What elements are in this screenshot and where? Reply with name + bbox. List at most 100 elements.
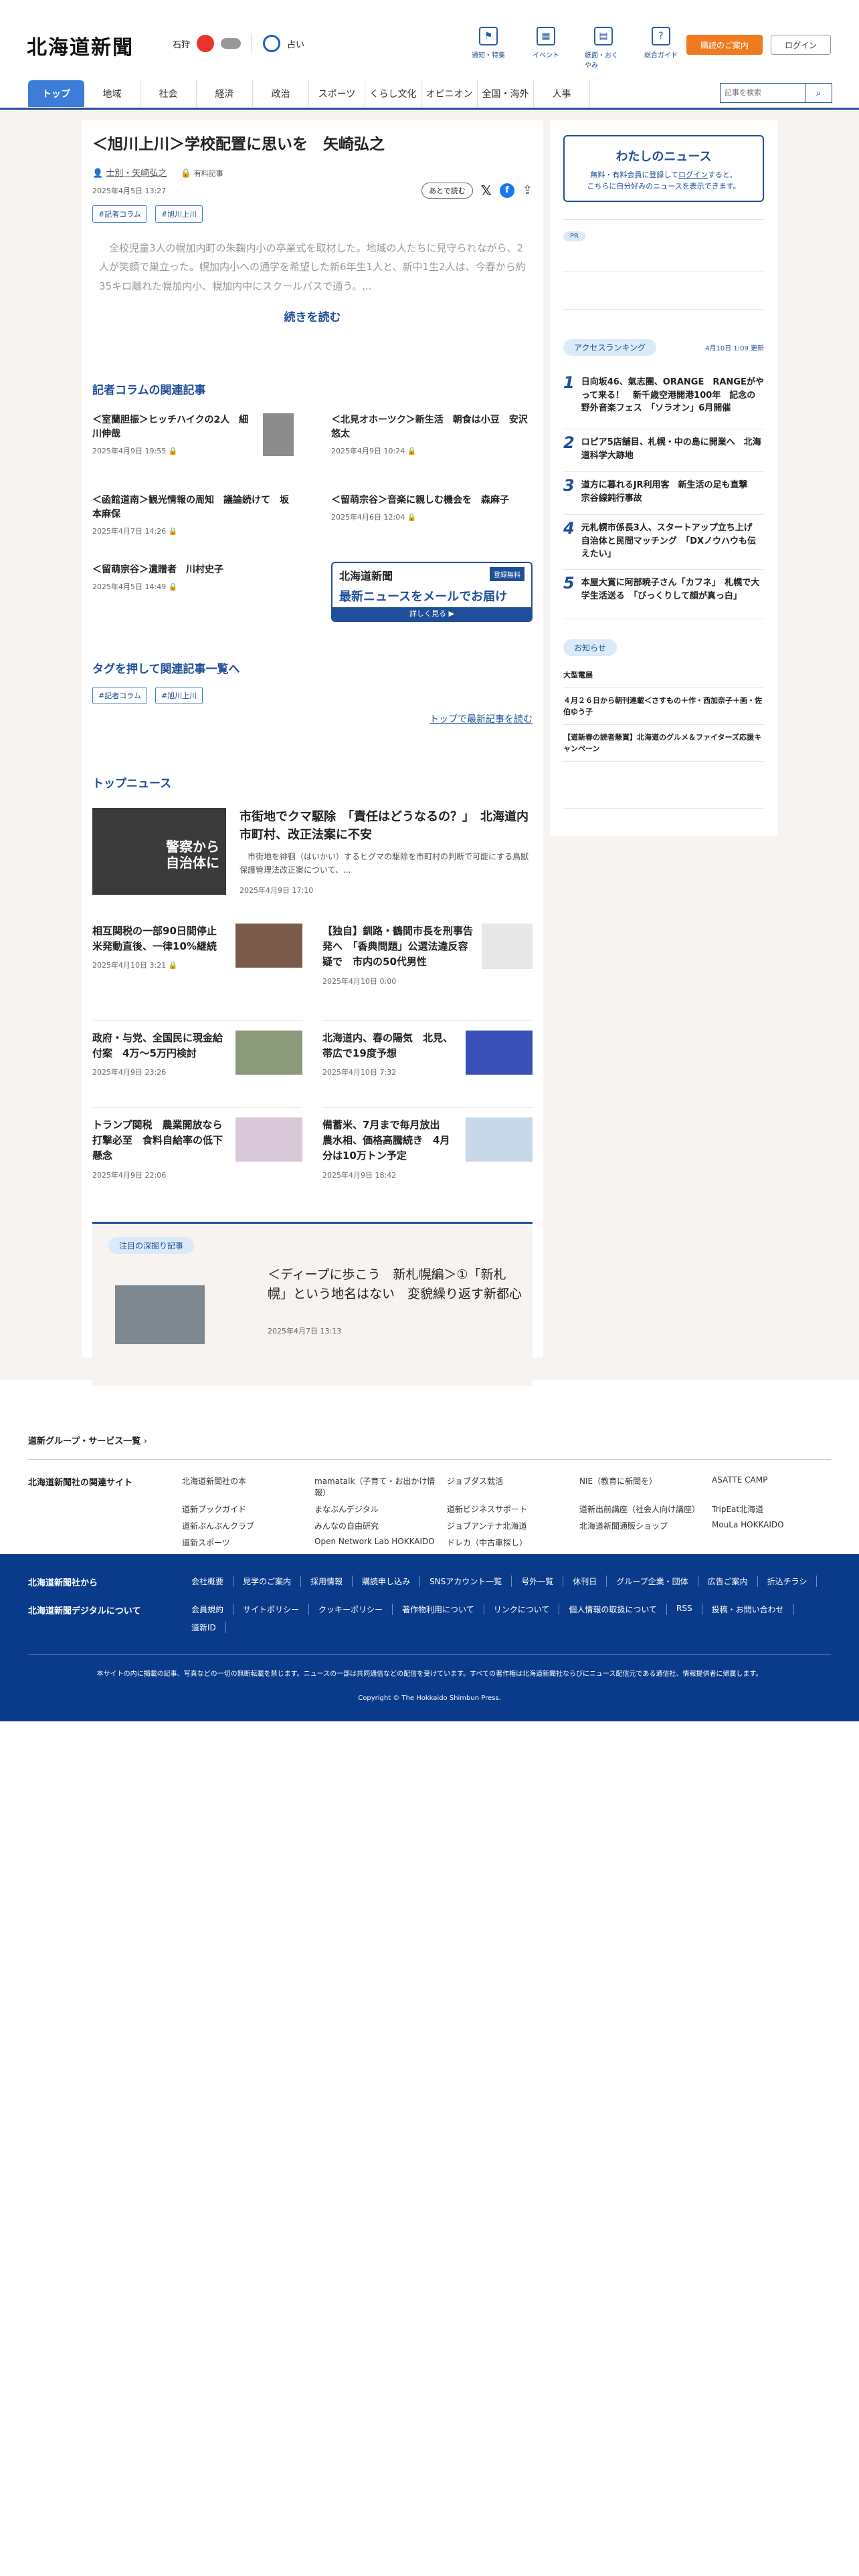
footer-link[interactable]: 広告ご案内	[698, 1576, 758, 1587]
footer-link[interactable]: 個人情報の取扱について	[559, 1604, 668, 1615]
nav-notice[interactable]: ⚑ 通知・特集	[470, 27, 507, 70]
news-item[interactable]: トランプ関税 農業開放なら打撃必至 食料自給率の低下懸念 2025年4月9日 22…	[92, 1108, 302, 1195]
site-link[interactable]: Open Network Lab HOKKAIDO	[314, 1537, 440, 1548]
tab-personnel[interactable]: 人事	[534, 80, 590, 107]
site-link[interactable]: みんなの自由研究	[314, 1520, 440, 1531]
notice-item[interactable]: 大型電展	[563, 663, 764, 689]
mynews-login-link[interactable]: ログイン	[678, 171, 708, 179]
newsletter-banner[interactable]: 北海道新聞 登録無料 最新ニュースをメールでお届け 詳しく見る ▶	[331, 562, 533, 623]
ranking-item[interactable]: 3 道方に暮れるJR利用客 新生活の足も直撃 宗谷線鈍行事故	[563, 472, 764, 515]
ranking-item[interactable]: 2 ロピア5店舗目、札幌・中の島に開業へ 北海道科学大跡地	[563, 429, 764, 472]
share-icon[interactable]: ⇪	[522, 183, 533, 197]
footer-link[interactable]: クッキーポリシー	[309, 1604, 393, 1615]
ranking-item[interactable]: 5 本屋大賞に阿部暁子さん「カフネ」 札幌で大学生活送る 「びっくりして顔が真っ白…	[563, 570, 764, 619]
footer-link[interactable]: 見学のご案内	[233, 1576, 302, 1587]
nav-event[interactable]: ▦ イベント	[527, 27, 565, 70]
site-link[interactable]: 北海道新聞社の本	[182, 1475, 308, 1498]
pr-slot[interactable]	[563, 241, 764, 272]
tag-link[interactable]: #旭川上川	[155, 687, 203, 705]
site-link[interactable]	[579, 1537, 705, 1548]
site-link[interactable]: 道新ブックガイド	[182, 1503, 308, 1515]
weather-widget[interactable]: 石狩 占い	[173, 33, 304, 53]
fortune-icon[interactable]	[263, 35, 281, 52]
tag-link[interactable]: #記者コラム	[92, 205, 147, 223]
news-item[interactable]: 相互関税の一部90日間停止 米発動直後、一律10%継続 2025年4月10日 3:…	[92, 914, 302, 1021]
ranking-item[interactable]: 4 元札幌市係長3人、スタートアップ立ち上げ 自治体と民間マッチング 「DXノウハ…	[563, 515, 764, 570]
site-link[interactable]: まなぶんデジタル	[314, 1503, 440, 1515]
footer-link[interactable]: グループ企業・団体	[607, 1576, 698, 1587]
news-item[interactable]: 【独自】釧路・鶴間市長を刑事告発へ 「香典問題」公選法違反容疑で 市内の50代男…	[322, 914, 533, 1021]
tab-economy[interactable]: 経済	[197, 80, 253, 107]
site-link[interactable]: mamatalk（子育て・お出かけ情報）	[314, 1475, 440, 1498]
tab-region[interactable]: 地域	[84, 80, 140, 107]
tab-sports[interactable]: スポーツ	[309, 80, 365, 107]
site-link[interactable]: 道新出前講座（社会人向け講座）	[579, 1503, 705, 1515]
tab-culture[interactable]: くらし文化	[365, 80, 421, 107]
site-link[interactable]: ジョブアンテナ北海道	[447, 1520, 573, 1531]
news-item[interactable]: 備蓄米、7月まで毎月放出 農水相、価格高騰続き 4月分は10万トン予定 2025年…	[322, 1108, 533, 1195]
x-share-icon[interactable]: 𝕏	[481, 183, 492, 199]
related-item[interactable]: ＜室蘭胆振＞ヒッチハイクの2人 細川伸哉 2025年4月9日 19:55 🔒	[92, 412, 294, 492]
facebook-share-icon[interactable]: f	[499, 183, 514, 198]
related-item[interactable]: ＜留萌宗谷＞音楽に親しむ機会を 森麻子 2025年4月6日 12:04 🔒	[331, 492, 533, 562]
site-link[interactable]: NIE（教育に新聞を）	[579, 1475, 705, 1498]
latest-link[interactable]: トップで最新記事を読む	[92, 712, 533, 726]
tab-top[interactable]: トップ	[28, 80, 84, 107]
nav-guide[interactable]: ? 総合ガイド	[642, 27, 680, 70]
tab-world[interactable]: 全国・海外	[478, 80, 534, 107]
news-item[interactable]: 政府・与党、全国民に現金給付案 4万～5万円検討 2025年4月9日 23:26	[92, 1021, 302, 1108]
footer-link[interactable]: 休刊日	[563, 1576, 607, 1587]
fortune-label[interactable]: 占い	[287, 37, 304, 50]
subscribe-button[interactable]: 購読のご案内	[686, 35, 763, 55]
ranking-item[interactable]: 1 日向坂46、氣志團、ORANGE RANGEがやって来る！ 新千歳空港開港10…	[563, 369, 764, 429]
nav-paper[interactable]: ▤ 紙面・おくやみ	[585, 27, 622, 70]
feature-box[interactable]: 注目の深掘り記事 ＜ディープに歩こう 新札幌編＞①「新札幌」という地名はない 変…	[92, 1221, 533, 1386]
site-link[interactable]	[712, 1537, 838, 1548]
lead-story[interactable]: 警察から自治体に 市街地でクマ駆除 「責任はどうなるの？」 北海道内市町村、改正…	[92, 808, 533, 895]
site-link[interactable]: ジョブダス就活	[447, 1475, 573, 1498]
footer-link[interactable]: サイトポリシー	[233, 1604, 310, 1615]
site-link[interactable]: 北海道新聞通販ショップ	[579, 1520, 705, 1531]
footer-link[interactable]: リンクについて	[484, 1604, 560, 1615]
footer-link[interactable]: 投稿・お問い合わせ	[702, 1604, 794, 1615]
site-link[interactable]: 道新ぶんぶんクラブ	[182, 1520, 308, 1531]
ranking-title[interactable]: アクセスランキング	[563, 339, 657, 356]
tab-politics[interactable]: 政治	[253, 80, 309, 107]
footer-link[interactable]: 会員規約	[182, 1604, 234, 1615]
search-input[interactable]	[720, 83, 805, 103]
author-link[interactable]: 士別・矢崎弘之	[106, 169, 167, 179]
footer-link[interactable]: 号外一覧	[512, 1576, 564, 1587]
footer-link[interactable]: 会社概要	[182, 1576, 234, 1587]
pr-slot[interactable]	[563, 272, 764, 310]
news-item[interactable]: 北海道内、春の陽気 北見、帯広で19度予想 2025年4月10日 7:32	[322, 1021, 533, 1108]
footer-link[interactable]: 採用情報	[301, 1576, 353, 1587]
site-link[interactable]: 道新スポーツ	[182, 1537, 308, 1548]
footer-link[interactable]: 購読申し込み	[353, 1576, 421, 1587]
tagsearch-title[interactable]: タグを押して関連記事一覧へ	[92, 659, 533, 676]
related-item[interactable]: ＜留萌宗谷＞遺贈者 川村史子 2025年4月5日 14:49 🔒	[92, 562, 294, 642]
notice-item[interactable]: ４月２６日から朝刊連載＜さすもの＋作・西加奈子＋画・佐伯ゆう子	[563, 688, 764, 726]
notice-title[interactable]: お知らせ	[563, 639, 617, 656]
related-item[interactable]: ＜北見オホーツク＞新生活 朝食は小豆 安沢悠太 2025年4月9日 10:24 🔒	[331, 412, 533, 492]
site-link[interactable]: ASATTE CAMP	[712, 1475, 838, 1498]
tab-opinion[interactable]: オピニオン	[421, 80, 478, 107]
footer-link[interactable]: 道新ID	[182, 1622, 226, 1633]
tab-society[interactable]: 社会	[140, 80, 197, 107]
tag-link[interactable]: #旭川上川	[155, 205, 203, 223]
search-button[interactable]: ⌕	[805, 83, 832, 103]
login-button[interactable]: ログイン	[771, 35, 831, 55]
site-link[interactable]: 道新ビジネスサポート	[447, 1503, 573, 1515]
related-item[interactable]: ＜函館道南＞観光情報の周知 議論続けて 坂本麻保 2025年4月7日 14:26 …	[92, 492, 294, 562]
site-link[interactable]: TripEat北海道	[712, 1503, 838, 1515]
group-services-link[interactable]: 道新グループ・サービス一覧 ›	[28, 1434, 147, 1446]
footer-link[interactable]: SNSアカウント一覧	[420, 1576, 512, 1587]
read-later-button[interactable]: あとで読む	[421, 182, 473, 199]
site-link[interactable]: MouLa HOKKAIDO	[712, 1520, 838, 1531]
tag-link[interactable]: #記者コラム	[92, 687, 147, 705]
read-more-link[interactable]: 続きを読む	[92, 308, 533, 324]
feature-label[interactable]: 注目の深掘り記事	[108, 1237, 195, 1254]
notice-item[interactable]: 【道新春の読者懸賞】北海道のグルメ＆ファイターズ応援キャンペーン	[563, 725, 764, 762]
footer-link[interactable]: 折込チラシ	[758, 1576, 818, 1587]
site-logo[interactable]: 北海道新聞	[27, 31, 134, 60]
site-link[interactable]: ドレカ（中古車探し）	[447, 1537, 573, 1548]
